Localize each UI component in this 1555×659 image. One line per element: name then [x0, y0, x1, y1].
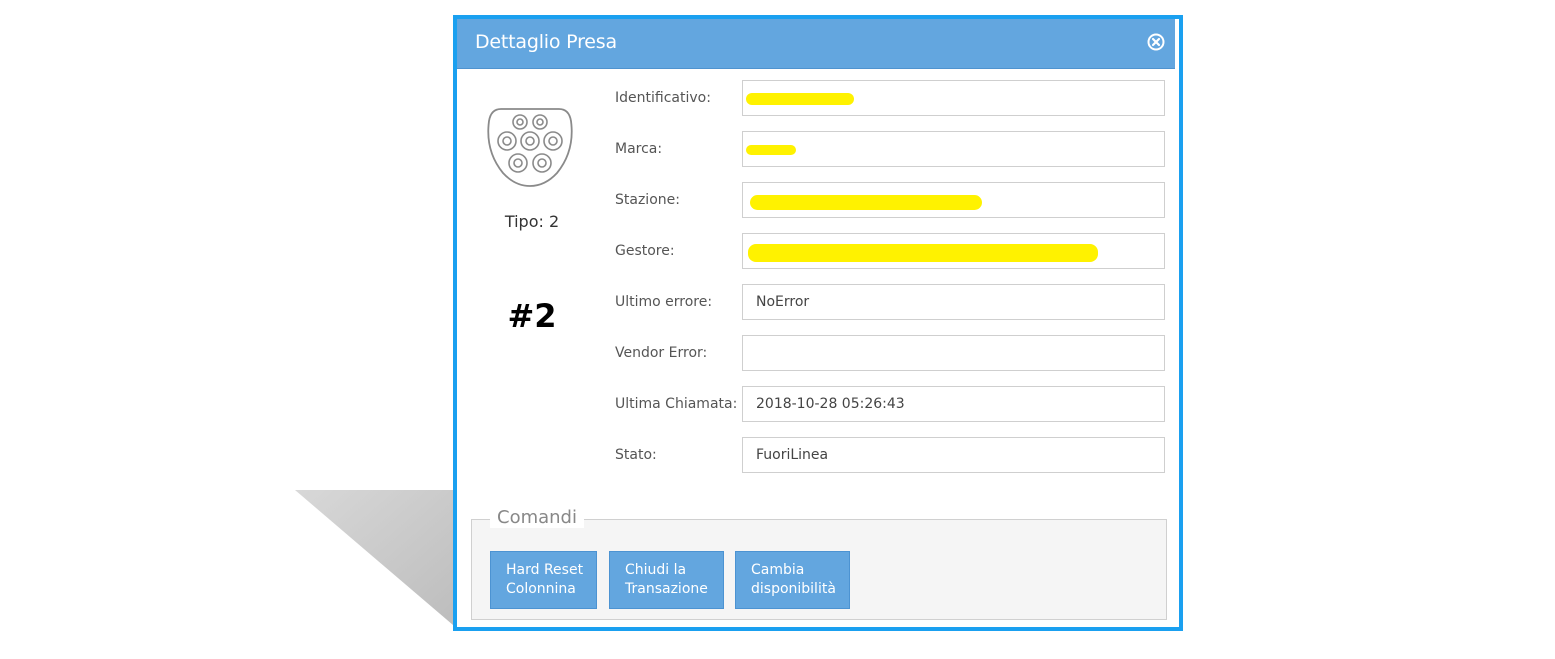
row-vendor-error: Vendor Error:: [615, 335, 1175, 373]
close-icon[interactable]: [1147, 33, 1165, 51]
button-label-line2: Colonnina: [506, 581, 576, 597]
redaction-mark: [746, 145, 796, 155]
dettaglio-presa-dialog: Dettaglio Presa Tipo: 2 #2 Identificativ…: [453, 15, 1183, 631]
vendor-error-label: Vendor Error:: [615, 345, 708, 361]
row-ultimo-errore: Ultimo errore: NoError: [615, 284, 1175, 322]
vendor-error-field[interactable]: [742, 335, 1165, 371]
marca-label: Marca:: [615, 141, 663, 157]
button-label-line1: Hard Reset: [506, 562, 584, 578]
marca-field[interactable]: [742, 131, 1165, 167]
redaction-mark: [750, 195, 982, 210]
connector-number: #2: [507, 297, 557, 335]
ultima-chiamata-field[interactable]: 2018-10-28 05:26:43: [742, 386, 1165, 422]
row-identificativo: Identificativo:: [615, 80, 1175, 118]
button-label-line2: Transazione: [625, 581, 708, 597]
ultimo-errore-label: Ultimo errore:: [615, 294, 713, 310]
dialog-title: Dettaglio Presa: [475, 31, 617, 53]
ultimo-errore-field[interactable]: NoError: [742, 284, 1165, 320]
stato-label: Stato:: [615, 447, 657, 463]
connector-type-label: Tipo: 2: [504, 212, 560, 231]
comandi-fieldset: Comandi Hard Reset Colonnina Chiudi la T…: [471, 507, 1167, 620]
identificativo-label: Identificativo:: [615, 90, 711, 106]
gestore-label: Gestore:: [615, 243, 675, 259]
type2-plug-icon: [487, 108, 573, 187]
row-stazione: Stazione:: [615, 182, 1175, 220]
hard-reset-button[interactable]: Hard Reset Colonnina: [490, 551, 597, 609]
row-marca: Marca:: [615, 131, 1175, 169]
stazione-label: Stazione:: [615, 192, 680, 208]
button-label-line1: Chiudi la: [625, 562, 687, 578]
button-label-line1: Cambia: [751, 562, 805, 578]
stato-field[interactable]: FuoriLinea: [742, 437, 1165, 473]
chiudi-transazione-button[interactable]: Chiudi la Transazione: [609, 551, 724, 609]
ultima-chiamata-label: Ultima Chiamata:: [615, 396, 738, 412]
redaction-mark: [746, 93, 854, 105]
row-stato: Stato: FuoriLinea: [615, 437, 1175, 475]
row-gestore: Gestore:: [615, 233, 1175, 271]
button-label-line2: disponibilità: [751, 581, 836, 597]
connector-panel: Tipo: 2 #2: [457, 69, 607, 489]
comandi-legend: Comandi: [490, 507, 584, 528]
cambia-disponibilita-button[interactable]: Cambia disponibilità: [735, 551, 850, 609]
redaction-mark: [748, 244, 1098, 262]
row-ultima-chiamata: Ultima Chiamata: 2018-10-28 05:26:43: [615, 386, 1175, 424]
dialog-titlebar: Dettaglio Presa: [457, 19, 1175, 69]
